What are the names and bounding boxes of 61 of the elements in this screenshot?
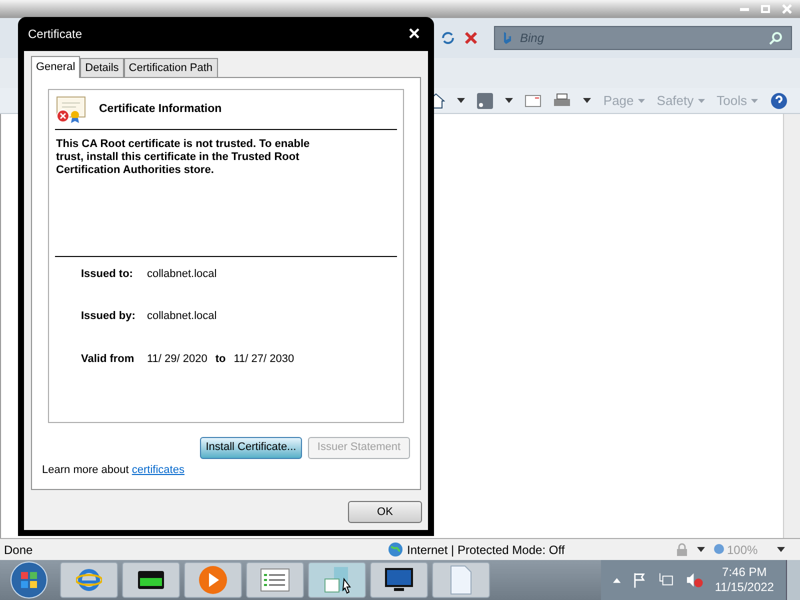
- scrollbar[interactable]: [783, 114, 800, 538]
- chevron-up-icon[interactable]: [613, 578, 621, 582]
- trust-message: This CA Root certificate is not trusted. To enable trust, install this certificate in the Trusted Root Certification Authorities store.: [55, 137, 311, 178]
- learn-more-text: Learn more about certificates: [42, 462, 186, 478]
- validity-label: Valid from: [81, 352, 136, 367]
- caret-icon: [777, 547, 785, 552]
- dialog-title: Certificate: [28, 26, 82, 43]
- caret-icon: [638, 98, 645, 102]
- caret-icon: [505, 98, 514, 103]
- zoom-level[interactable]: 100%: [727, 540, 777, 558]
- certificate-error-icon: [55, 96, 87, 124]
- zone-text: Internet | Protected Mode: Off: [407, 542, 566, 558]
- help-icon[interactable]: [770, 92, 788, 110]
- lock-icon[interactable]: [675, 542, 689, 556]
- tab[interactable]: Details: [80, 58, 124, 77]
- bing-icon: [503, 32, 512, 44]
- caret-icon: [583, 98, 592, 103]
- monitor-icon[interactable]: [370, 562, 428, 598]
- refresh-icon[interactable]: [440, 30, 456, 46]
- field-value: collabnet.local: [147, 266, 217, 282]
- feed-icon[interactable]: [477, 92, 494, 108]
- info-heading: Certificate Information: [99, 102, 222, 117]
- validity-to-label: to: [215, 352, 226, 367]
- menu-button[interactable]: Safety: [656, 90, 705, 110]
- muted-speaker-icon[interactable]: [686, 572, 703, 588]
- start-button[interactable]: [10, 561, 48, 599]
- caret-icon: [698, 98, 705, 102]
- globe-icon: [388, 542, 403, 557]
- close-button[interactable]: ×: [408, 24, 424, 44]
- show-desktop-button[interactable]: [786, 560, 800, 600]
- menu-button[interactable]: Tools: [716, 90, 758, 110]
- tab[interactable]: General: [31, 56, 80, 78]
- restore-icon[interactable]: [761, 5, 770, 13]
- flag-icon[interactable]: [632, 572, 646, 588]
- zoom-icon[interactable]: [713, 543, 726, 556]
- close-icon[interactable]: [782, 4, 792, 14]
- task-list-icon[interactable]: [246, 562, 304, 598]
- clock-date[interactable]: 11/15/2022: [714, 580, 774, 595]
- certificates-link[interactable]: certificates: [132, 464, 184, 476]
- search-field[interactable]: Bing: [494, 26, 792, 50]
- caret-icon: [457, 98, 466, 103]
- caret-icon: [751, 98, 758, 102]
- clock-time[interactable]: 7:46 PM: [722, 565, 767, 580]
- caret-icon: [697, 547, 705, 552]
- ok-button[interactable]: OK: [348, 501, 422, 523]
- field-label: Issued to:: [81, 266, 134, 282]
- tab[interactable]: Certification Path: [124, 58, 218, 77]
- dialog-button[interactable]: Install Certificate...: [200, 436, 302, 458]
- search-icon[interactable]: [769, 31, 783, 45]
- certificate-manager-icon[interactable]: [308, 562, 366, 598]
- field-value: collabnet.local: [147, 308, 217, 324]
- mail-icon[interactable]: [525, 94, 542, 106]
- status-text: Done: [3, 542, 34, 558]
- network-icon[interactable]: [658, 572, 674, 588]
- menu-button[interactable]: Page: [603, 90, 645, 110]
- valid-from-date: 11/ 29/ 2020: [147, 352, 208, 367]
- stop-icon[interactable]: [464, 31, 478, 45]
- printer-icon[interactable]: [553, 92, 572, 108]
- device-icon[interactable]: [122, 562, 180, 598]
- valid-to-date: 11/ 27/ 2030: [234, 352, 294, 367]
- field-label: Issued by:: [81, 308, 136, 324]
